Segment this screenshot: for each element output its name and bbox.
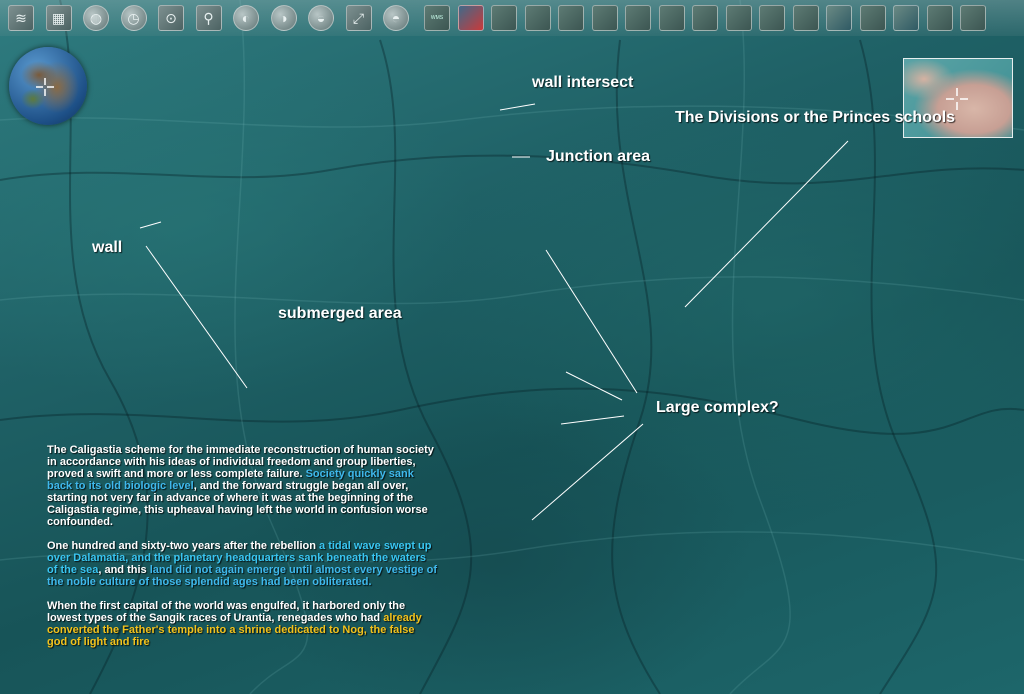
ruler-icon[interactable]: ⤢ [345,5,372,31]
layer-thumb-4[interactable] [524,5,551,31]
toolbar: ≋ ▦ ◍ ◷ ⊙ ⚲ ◐ ◑ ◒ ⤢ ◓ WMS [0,0,1024,36]
layer-thumb-15[interactable] [893,5,919,31]
layer-thumb-6[interactable] [591,5,618,31]
quote-paragraph-3: When the first capital of the world was … [47,600,437,648]
search-icon[interactable]: ⚲ [195,5,222,31]
earth-icon[interactable]: ◐ [233,5,259,31]
label-divisions: The Divisions or the Princes schools [675,109,956,126]
compass-icon[interactable]: ⊙ [158,5,184,31]
layer-thumb-17[interactable] [960,5,986,31]
layer-thumb-9[interactable] [692,5,718,31]
layers-icon[interactable]: ≋ [8,5,34,31]
clock-icon[interactable]: ◷ [120,5,147,31]
layer-thumb-8[interactable] [658,5,685,31]
quote-text: When the first capital of the world was … [47,600,406,624]
quote-paragraph-1: The Caligastia scheme for the immediate … [47,444,437,528]
layer-thumb-7[interactable] [625,5,651,31]
layer-thumb-13[interactable] [826,5,852,31]
layer-thumb-11[interactable] [759,5,785,31]
label-submerged-area: submerged area [278,305,402,322]
layer-thumb-16[interactable] [926,5,953,31]
wms-layer-icon[interactable]: WMS [424,5,450,31]
label-junction-area: Junction area [546,148,651,165]
layer-thumb-3[interactable] [491,5,517,31]
sky-icon[interactable]: ◒ [308,5,334,31]
label-wall-intersect: wall intersect [532,74,634,91]
ocean-layer-icon[interactable]: ◓ [383,5,409,31]
layer-thumb-12[interactable] [792,5,819,31]
label-wall: wall [92,239,123,256]
inset-crosshair-icon [946,88,968,110]
layer-thumb-10[interactable] [725,5,752,31]
quote-text: One hundred and sixty-two years after th… [47,540,320,552]
quote-text: , and this [98,564,150,576]
quote-block: The Caligastia scheme for the immediate … [47,444,437,660]
layer-thumb-14[interactable] [859,5,886,31]
layer-thumb-5[interactable] [558,5,584,31]
globe-grid-icon[interactable]: ◍ [83,5,109,31]
label-large-complex: Large complex? [656,399,779,416]
quote-paragraph-2: One hundred and sixty-two years after th… [47,540,437,588]
layer-thumb-2[interactable] [457,5,484,31]
crosshair-icon [36,78,54,96]
planet-icon[interactable]: ◑ [270,5,297,31]
grid-icon[interactable]: ▦ [45,5,72,31]
